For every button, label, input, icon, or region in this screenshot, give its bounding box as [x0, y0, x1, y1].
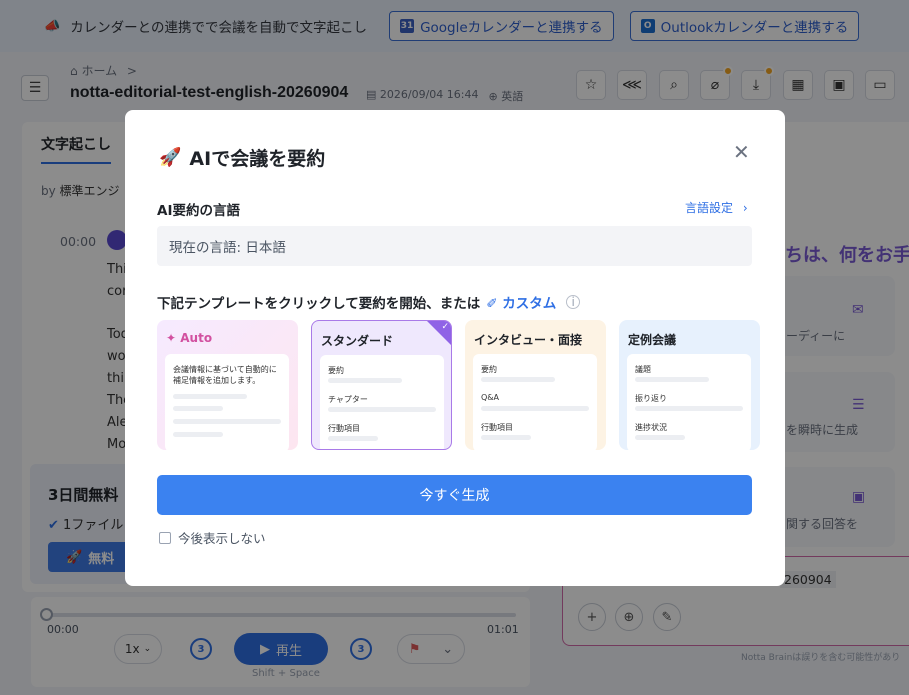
template-line: 行動項目: [481, 423, 513, 432]
template-line: 振り返り: [635, 394, 667, 403]
dont-show-again-option[interactable]: 今後表示しない: [159, 528, 266, 547]
template-preview: 要約 チャプター 行動項目: [320, 355, 444, 449]
placeholder-bar: [173, 406, 223, 411]
summary-language-label: AI要約の言語: [157, 203, 240, 219]
placeholder-bar: [635, 406, 743, 411]
template-line: 議題: [635, 365, 651, 374]
instruction-text: 下記テンプレートをクリックして要約を開始、または: [157, 296, 481, 312]
info-icon[interactable]: i: [566, 295, 581, 309]
template-preview: 議題 振り返り 進捗状況: [627, 354, 751, 450]
template-name: ✦ Auto: [166, 331, 212, 345]
dialog-title: 🚀 AIで会議を要約: [159, 144, 325, 171]
template-name-text: Auto: [180, 331, 213, 345]
custom-link[interactable]: ✐ カスタム: [486, 292, 556, 312]
chevron-right-icon: ›: [742, 201, 748, 215]
template-instruction: 下記テンプレートをクリックして要約を開始、または ✐ カスタム i: [157, 292, 581, 312]
placeholder-bar: [173, 419, 281, 424]
placeholder-bar: [481, 435, 531, 440]
language-settings-link[interactable]: 言語設定 ›: [685, 199, 748, 216]
placeholder-bar: [328, 378, 402, 383]
template-line: 補足情報を追加します。: [173, 376, 261, 385]
sparkle-icon: ✦: [166, 331, 177, 345]
placeholder-bar: [481, 406, 589, 411]
dialog-title-text: AIで会議を要約: [189, 148, 326, 170]
template-line: チャプター: [328, 395, 368, 404]
generate-now-button[interactable]: 今すぐ生成: [157, 475, 752, 515]
template-auto[interactable]: ✦ Auto 会議情報に基づいて自動的に 補足情報を追加します。: [157, 320, 298, 450]
dont-show-checkbox[interactable]: [159, 531, 171, 544]
custom-label: カスタム: [502, 296, 557, 312]
current-language-text: 現在の言語: 日本語: [169, 240, 286, 256]
check-icon: ✓: [441, 322, 449, 332]
dont-show-label: 今後表示しない: [178, 531, 266, 546]
template-name: 定例会議: [628, 333, 677, 347]
template-line: 要約: [481, 365, 497, 374]
rocket-icon: 🚀: [159, 147, 182, 168]
template-preview: 会議情報に基づいて自動的に 補足情報を追加します。: [165, 354, 289, 450]
language-settings-text: 言語設定: [685, 201, 734, 215]
template-line: 要約: [328, 366, 344, 375]
current-language-box: 現在の言語: 日本語: [157, 226, 752, 266]
template-line: 会議情報に基づいて自動的に: [173, 365, 277, 374]
placeholder-bar: [173, 432, 223, 437]
magic-wand-icon: ✐: [486, 296, 498, 312]
placeholder-bar: [481, 377, 555, 382]
ai-summary-dialog: 🚀 AIで会議を要約 ✕ AI要約の言語 言語設定 › 現在の言語: 日本語 下…: [125, 110, 785, 586]
template-line: 進捗状況: [635, 423, 667, 432]
template-line: Q&A: [481, 393, 500, 402]
template-interview[interactable]: インタビュー・面接 要約 Q&A 行動項目: [465, 320, 606, 450]
template-preview: 要約 Q&A 行動項目: [473, 354, 597, 450]
close-icon[interactable]: ✕: [733, 140, 750, 164]
template-name: インタビュー・面接: [474, 333, 583, 347]
template-name: スタンダード: [321, 334, 394, 348]
placeholder-bar: [635, 377, 709, 382]
template-regular-meeting[interactable]: 定例会議 議題 振り返り 進捗状況: [619, 320, 760, 450]
template-line: 行動項目: [328, 424, 360, 433]
placeholder-bar: [328, 436, 378, 441]
placeholder-bar: [173, 394, 247, 399]
template-standard[interactable]: スタンダード ✓ 要約 チャプター 行動項目: [311, 320, 452, 450]
page: 📣 カレンダーとの連携でで会議を自動で文字起こし 31 Googleカレンダーと…: [0, 0, 909, 695]
placeholder-bar: [635, 435, 685, 440]
placeholder-bar: [328, 407, 436, 412]
